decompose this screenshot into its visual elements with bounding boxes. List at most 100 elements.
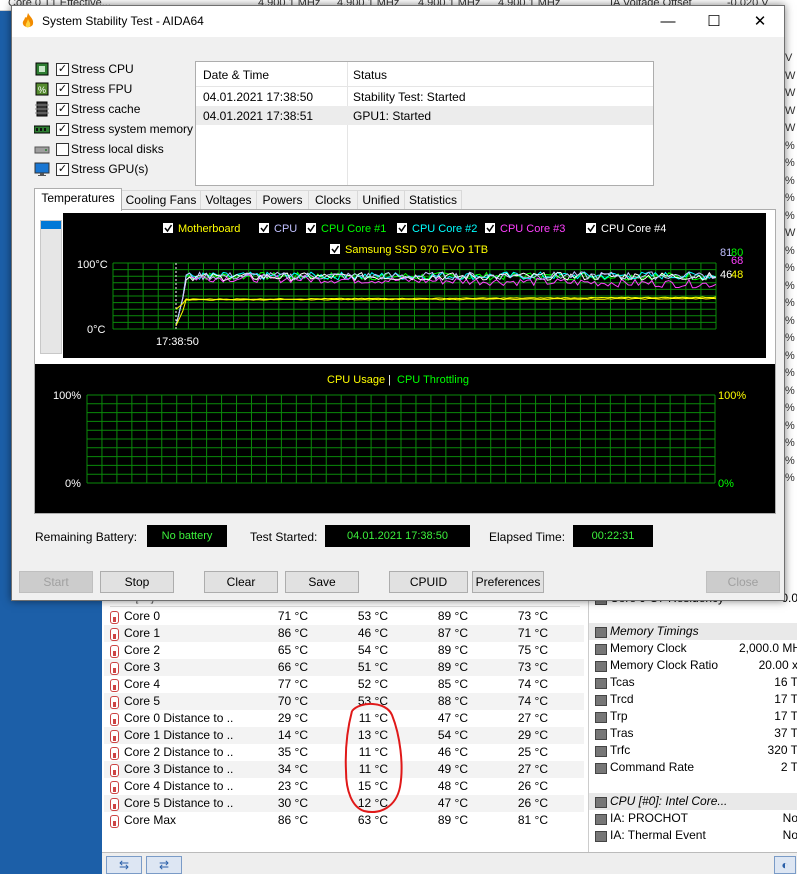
tab-voltages[interactable]: Voltages [200,190,257,210]
stress-checkbox[interactable]: ✓ [56,123,69,136]
strip-unit-text: % [785,472,795,484]
graph-sidebar-scrollbar[interactable] [40,220,62,354]
temp-legend-item[interactable]: CPU Core #4 [586,223,666,235]
stress-option[interactable]: % ✓ Stress FPU [34,80,194,98]
strip-unit-text: V [785,52,793,64]
stress-label: Stress cache [71,102,141,116]
save-button[interactable]: Save [285,571,359,593]
tab-statistics[interactable]: Statistics [404,190,462,210]
strip-unit-text: W [785,122,796,134]
y-tick-label: 100°C [77,259,108,271]
cpu-usage-chart: CPU Usage | CPU Throttling 100% 0% 100% 0% [53,374,746,490]
log-header-time[interactable]: Date & Time [203,68,269,82]
tray-icon[interactable]: ◐ [774,856,796,874]
sensor-max: 46 °C [437,745,468,759]
sensor-row[interactable]: Trcd 17 T [589,691,797,708]
sensor-name: Tras [610,726,634,740]
stress-checkbox[interactable]: ✓ [56,103,69,116]
tab-cooling-fans[interactable]: Cooling Fans [121,190,201,210]
tab-unified[interactable]: Unified [357,190,405,210]
temp-legend-item[interactable]: Motherboard [163,223,240,235]
sensor-row[interactable]: IA: Thermal Event No [589,827,797,844]
log-row[interactable]: 04.01.2021 17:38:50 Stability Test: Star… [196,87,653,106]
stop-button[interactable]: Stop [100,571,174,593]
sensor-row[interactable]: Core 1 86 °C 46 °C 87 °C 71 °C [104,625,584,642]
sensor-current: 70 °C [277,694,308,708]
nav-left-right-icon[interactable]: ⇆ [106,856,142,874]
sensor-row[interactable]: Tcas 16 T [589,674,797,691]
sensor-row[interactable]: IA: PROCHOT No [589,810,797,827]
cpuid-button[interactable]: CPUID [389,571,468,593]
sensor-group-header[interactable]: CPU [#0]: Intel Core... [589,793,797,810]
stress-checkbox[interactable]: ✓ [56,163,69,176]
stress-option[interactable]: ✓ Stress system memory [34,120,194,138]
temp-legend-item[interactable]: CPU [259,223,297,235]
strip-unit-text: % [785,297,795,309]
sensor-current: 86 °C [277,813,308,827]
sensor-name: Tcas [610,675,635,689]
cache-chip-icon [35,101,49,117]
stress-label: Stress CPU [71,62,134,76]
minimize-button[interactable]: — [645,6,691,37]
y-tick-right: 0% [718,478,734,490]
sensor-icon [595,763,607,774]
stress-option[interactable]: ✓ Stress CPU [34,60,194,78]
log-header-status[interactable]: Status [353,68,387,82]
sensor-row[interactable]: Core 4 77 °C 52 °C 85 °C 74 °C [104,676,584,693]
sensor-row[interactable]: Trp 17 T [589,708,797,725]
usage-legend: CPU Usage | CPU Throttling [327,374,469,386]
stress-checkbox[interactable]: ✓ [56,63,69,76]
sensor-value: 17 T [774,692,797,706]
tab-clocks[interactable]: Clocks [308,190,358,210]
sensor-name: Core 1 [124,626,161,640]
sensor-row[interactable]: Memory Clock Ratio 20.00 x [589,657,797,674]
log-row[interactable]: 04.01.2021 17:38:51 GPU1: Started [196,106,653,125]
stress-label: Stress GPU(s) [71,162,149,176]
sensor-row[interactable]: Core 3 66 °C 51 °C 89 °C 73 °C [104,659,584,676]
tab-powers[interactable]: Powers [256,190,309,210]
sensor-max: 88 °C [437,694,468,708]
log-row-status: GPU1: Started [353,109,432,123]
sensor-min: 54 °C [357,643,388,657]
preferences-button[interactable]: Preferences [472,571,544,593]
sensor-row[interactable]: Core 0 71 °C 53 °C 89 °C 73 °C [104,608,584,625]
event-log[interactable]: Date & Time Status 04.01.2021 17:38:50 S… [195,61,654,186]
sensor-row[interactable]: Trfc 320 T [589,742,797,759]
y-tick-left: 100% [53,390,81,402]
close-button[interactable]: Close [706,571,780,593]
sidebar-selected-item[interactable] [41,221,61,229]
maximize-button[interactable]: ☐ [691,6,737,37]
stress-label: Stress system memory [71,122,194,136]
red-annotation-loop [344,703,403,813]
start-button[interactable]: Start [19,571,93,593]
strip-unit-text: % [785,454,795,467]
clear-button[interactable]: Clear [204,571,278,593]
sensor-name: Memory Clock [610,641,687,655]
stress-option[interactable]: ✓ Stress GPU(s) [34,160,194,178]
temp-legend-item[interactable]: CPU Core #2 [397,223,477,235]
sensor-icon [595,678,607,689]
log-row-time: 04.01.2021 17:38:50 [203,90,314,104]
stress-option[interactable]: ✓ Stress cache [34,100,194,118]
temp-legend-item[interactable]: CPU Core #1 [306,223,386,235]
stress-checkbox[interactable]: ✓ [56,83,69,96]
tab-temperatures[interactable]: Temperatures [34,188,122,211]
thermometer-icon [110,662,119,675]
temp-legend-item[interactable]: Samsung SSD 970 EVO 1TB [330,244,488,256]
sensor-row[interactable]: Memory Clock 2,000.0 MHz [589,640,797,657]
stress-option[interactable]: Stress local disks [34,140,194,158]
nav-collapse-icon[interactable]: ⇄ [146,856,182,874]
sensor-row[interactable]: Tras 37 T [589,725,797,742]
title-bar[interactable]: System Stability Test - AIDA64 — ☐ ✕ [12,6,784,37]
sensor-icon [595,644,607,655]
sensor-row[interactable]: Core 2 65 °C 54 °C 89 °C 75 °C [104,642,584,659]
sensor-group-header[interactable]: Memory Timings [589,623,797,640]
close-window-button[interactable]: ✕ [737,6,783,37]
sensor-row[interactable]: Command Rate 2 T [589,759,797,776]
thermometer-icon [110,815,119,828]
sensor-max: 87 °C [437,626,468,640]
stress-checkbox[interactable] [56,143,69,156]
temp-legend-item[interactable]: CPU Core #3 [485,223,565,235]
sensor-name: Core 4 Distance to ... [124,779,234,793]
legend-label: CPU Core #2 [412,223,477,235]
